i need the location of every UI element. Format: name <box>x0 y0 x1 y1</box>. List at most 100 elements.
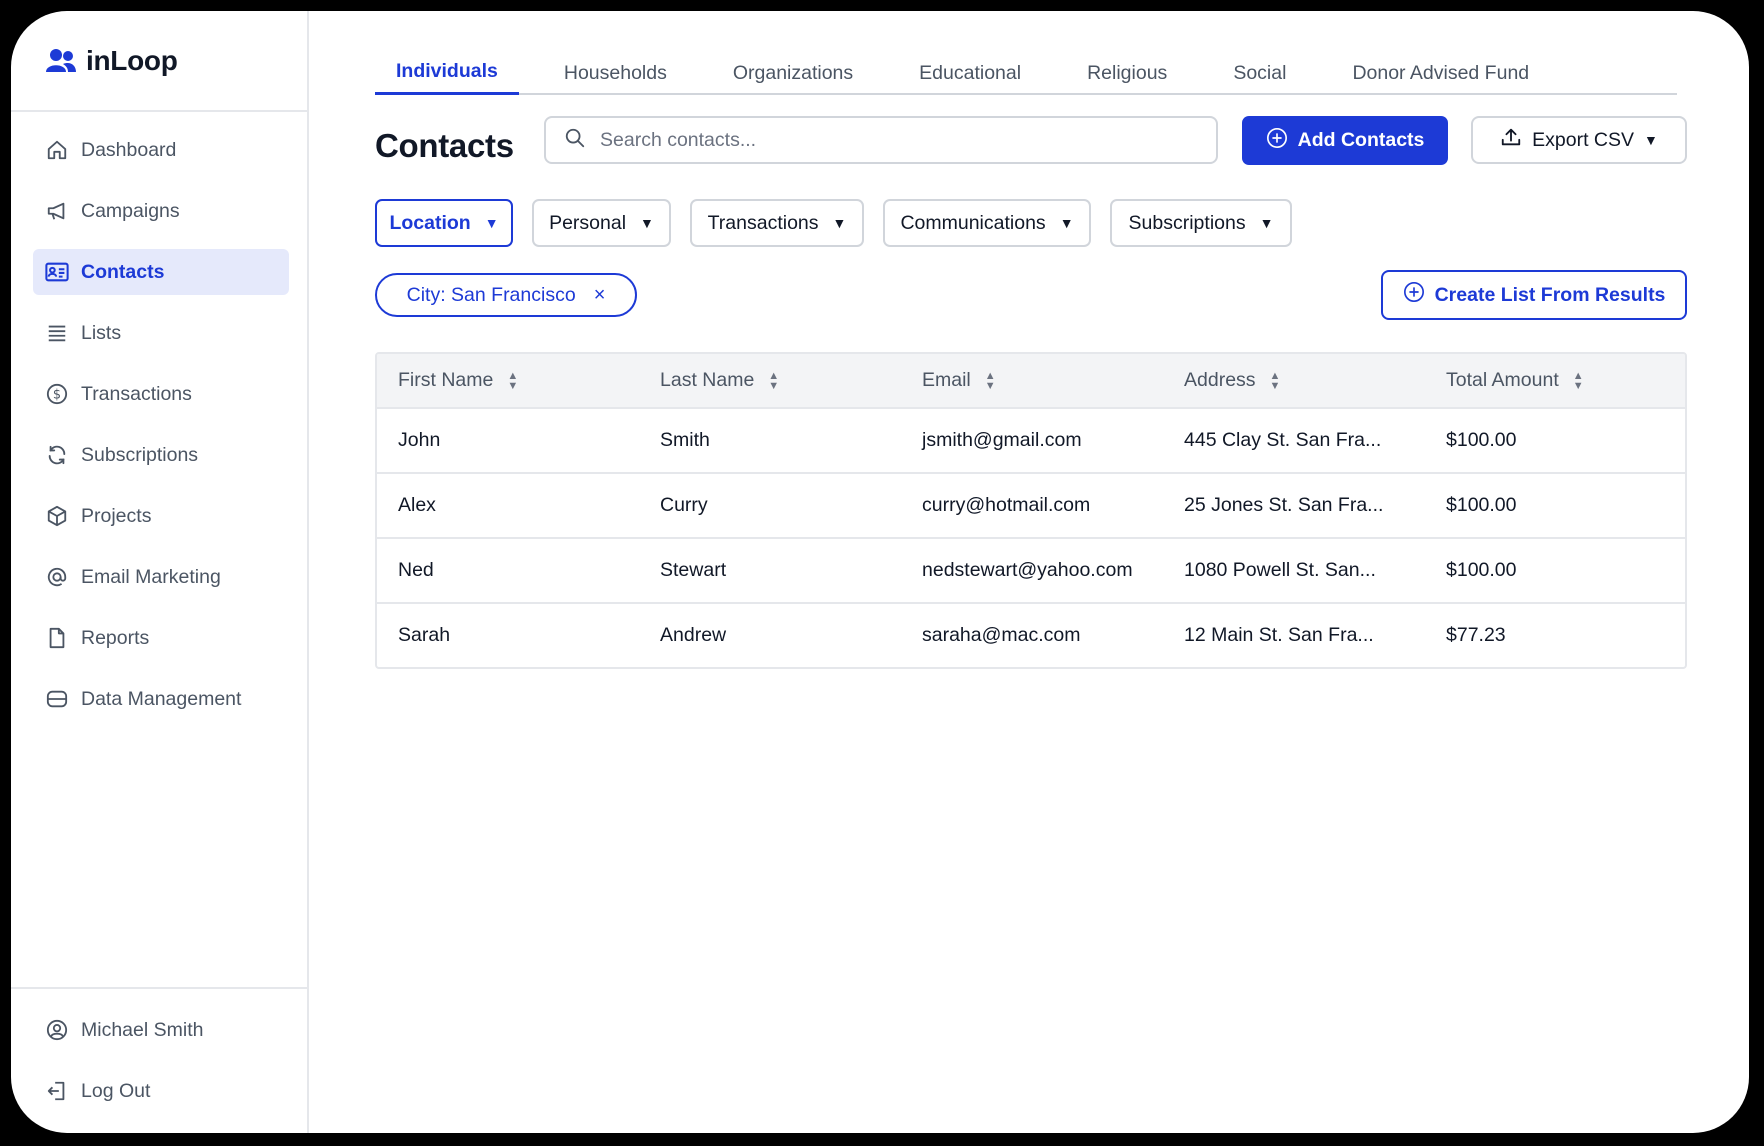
cell-first-name: Alex <box>398 494 436 516</box>
brand-name: inLoop <box>86 45 178 76</box>
people-icon <box>44 44 78 78</box>
chevron-down-icon: ▼ <box>832 215 847 231</box>
sort-icon: ▲ ▼ <box>507 369 519 392</box>
contact-type-tabs: Individuals Households Organizations Edu… <box>375 51 1677 95</box>
column-label: Total Amount <box>1446 369 1559 391</box>
divider <box>11 987 307 989</box>
cell-address: 1080 Powell St. San... <box>1184 559 1376 581</box>
list-icon <box>43 319 71 347</box>
upload-icon <box>1500 126 1522 154</box>
cell-first-name: Sarah <box>398 624 451 646</box>
sidebar-item-label: Dashboard <box>81 138 177 161</box>
column-label: Email <box>922 369 971 391</box>
dollar-circle-icon: $ <box>43 380 71 408</box>
sidebar-item-projects[interactable]: Projects <box>33 493 289 539</box>
table-row[interactable]: John Smith jsmith@gmail.com 445 Clay St.… <box>377 409 1685 474</box>
chip-label: City: San Francisco <box>406 283 576 306</box>
sidebar-bottom-nav: Michael Smith Log Out <box>33 1007 289 1129</box>
chevron-down-icon: ▼ <box>1259 215 1274 231</box>
table-row[interactable]: Alex Curry curry@hotmail.com 25 Jones St… <box>377 474 1685 539</box>
tab-individuals[interactable]: Individuals <box>375 51 519 95</box>
sidebar-item-data-management[interactable]: Data Management <box>33 676 289 722</box>
filter-label: Personal <box>549 211 627 234</box>
add-contacts-label: Add Contacts <box>1297 129 1425 151</box>
column-header-first-name[interactable]: First Name ▲ ▼ <box>377 369 639 392</box>
svg-text:$: $ <box>53 388 61 403</box>
tab-organizations[interactable]: Organizations <box>712 51 874 95</box>
sidebar-item-dashboard[interactable]: Dashboard <box>33 127 289 173</box>
add-contacts-button[interactable]: Add Contacts <box>1242 116 1448 165</box>
database-icon <box>43 685 71 713</box>
chevron-down-icon: ▼ <box>640 215 654 231</box>
home-icon <box>43 136 71 164</box>
table-header: First Name ▲ ▼ Last Name ▲ ▼ Email ▲ ▼ Addr… <box>377 354 1685 409</box>
cell-email: curry@hotmail.com <box>922 494 1091 516</box>
tab-social[interactable]: Social <box>1212 51 1307 95</box>
sort-icon: ▲ ▼ <box>768 369 780 392</box>
sidebar-item-campaigns[interactable]: Campaigns <box>33 188 289 234</box>
create-list-button[interactable]: Create List From Results <box>1381 270 1687 320</box>
sort-icon: ▲ ▼ <box>984 369 996 392</box>
sidebar-item-label: Reports <box>81 626 150 649</box>
logout-icon <box>43 1077 71 1105</box>
cell-address: 12 Main St. San Fra... <box>1184 624 1374 646</box>
close-icon[interactable]: × <box>594 284 606 307</box>
tab-donor-advised-fund[interactable]: Donor Advised Fund <box>1331 51 1550 95</box>
column-label: Last Name <box>660 369 755 391</box>
sidebar-item-reports[interactable]: Reports <box>33 615 289 661</box>
filter-location[interactable]: Location ▼ <box>375 199 513 247</box>
megaphone-icon <box>43 197 71 225</box>
sort-icon: ▲ ▼ <box>1572 369 1584 392</box>
filter-label: Subscriptions <box>1128 211 1246 234</box>
tab-religious[interactable]: Religious <box>1066 51 1188 95</box>
sidebar-item-label: Email Marketing <box>81 565 221 588</box>
filter-communications[interactable]: Communications ▼ <box>883 199 1091 247</box>
sidebar-item-label: Log Out <box>81 1079 151 1102</box>
user-circle-icon <box>43 1016 71 1044</box>
contact-card-icon <box>43 258 71 286</box>
cube-icon <box>43 502 71 530</box>
cell-last-name: Curry <box>660 494 708 516</box>
column-header-address[interactable]: Address ▲ ▼ <box>1163 369 1425 392</box>
sidebar-item-transactions[interactable]: $ Transactions <box>33 371 289 417</box>
page-title: Contacts <box>375 127 514 164</box>
sidebar-item-label: Lists <box>81 321 122 344</box>
column-header-email[interactable]: Email ▲ ▼ <box>901 369 1163 392</box>
tab-households[interactable]: Households <box>543 51 688 95</box>
filter-subscriptions[interactable]: Subscriptions ▼ <box>1110 199 1292 247</box>
sidebar-item-subscriptions[interactable]: Subscriptions <box>33 432 289 478</box>
cell-email: saraha@mac.com <box>922 624 1081 646</box>
column-header-last-name[interactable]: Last Name ▲ ▼ <box>639 369 901 392</box>
column-header-total-amount[interactable]: Total Amount ▲ ▼ <box>1425 369 1685 392</box>
sidebar-item-label: Projects <box>81 504 152 527</box>
refresh-icon <box>43 441 71 469</box>
sidebar-item-label: Data Management <box>81 687 242 710</box>
tab-educational[interactable]: Educational <box>898 51 1042 95</box>
cell-first-name: Ned <box>398 559 434 581</box>
cell-total-amount: $77.23 <box>1446 624 1506 646</box>
filter-label: Location <box>389 211 471 234</box>
sidebar-item-logout[interactable]: Log Out <box>33 1068 289 1114</box>
filter-label: Communications <box>900 211 1046 234</box>
cell-email: jsmith@gmail.com <box>922 429 1082 451</box>
sort-icon: ▲ ▼ <box>1269 369 1281 392</box>
filter-transactions[interactable]: Transactions ▼ <box>690 199 864 247</box>
sidebar-item-lists[interactable]: Lists <box>33 310 289 356</box>
sidebar-item-email-marketing[interactable]: Email Marketing <box>33 554 289 600</box>
search-box[interactable] <box>544 116 1218 164</box>
plus-circle-icon <box>1266 127 1288 155</box>
sidebar: inLoop Dashboard Campaigns Contacts List… <box>11 11 309 1133</box>
contacts-table: First Name ▲ ▼ Last Name ▲ ▼ Email ▲ ▼ Addr… <box>375 352 1687 669</box>
sidebar-item-label: Subscriptions <box>81 443 199 466</box>
filter-personal[interactable]: Personal ▼ <box>532 199 671 247</box>
table-row[interactable]: Sarah Andrew saraha@mac.com 12 Main St. … <box>377 604 1685 667</box>
brand[interactable]: inLoop <box>44 41 178 81</box>
table-row[interactable]: Ned Stewart nedstewart@yahoo.com 1080 Po… <box>377 539 1685 604</box>
sidebar-item-contacts[interactable]: Contacts <box>33 249 289 295</box>
export-csv-button[interactable]: Export CSV ▼ <box>1471 116 1687 164</box>
sidebar-item-label: Transactions <box>81 382 192 405</box>
sidebar-item-profile[interactable]: Michael Smith <box>33 1007 289 1053</box>
column-label: First Name <box>398 369 494 391</box>
search-input[interactable] <box>598 127 1162 153</box>
column-label: Address <box>1184 369 1256 391</box>
